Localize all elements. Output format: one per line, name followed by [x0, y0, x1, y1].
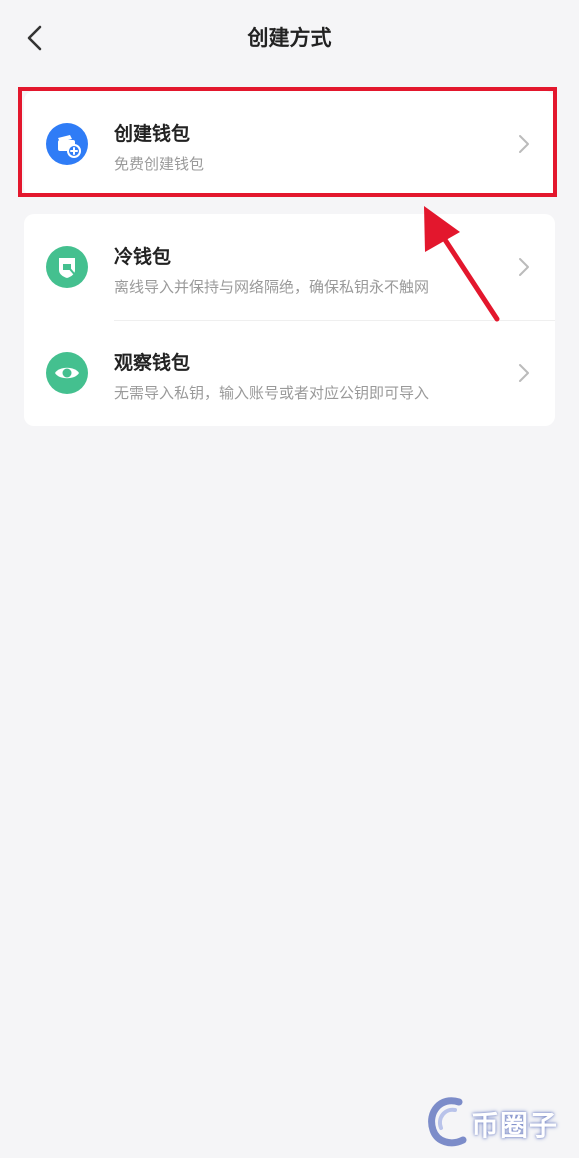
option-label: 观察钱包	[114, 352, 191, 374]
logo-icon	[428, 1097, 467, 1147]
option-description: 无需导入私钥，输入账号或者对应公钥即可导入	[114, 384, 430, 402]
watermark-text: 币圈子	[471, 1109, 559, 1142]
option-description: 离线导入并保持与网络隔绝，确保私钥永不触网	[114, 278, 430, 296]
highlight-box	[18, 87, 557, 197]
option-cold-wallet[interactable]: 冷钱包 离线导入并保持与网络隔绝，确保私钥永不触网	[24, 214, 555, 321]
eye-icon	[46, 352, 88, 394]
page-title: 创建方式	[247, 26, 332, 50]
watermark-logo: 币圈子	[419, 1092, 569, 1152]
option-label: 冷钱包	[114, 246, 172, 268]
chevron-right-icon	[519, 364, 529, 382]
option-watch-wallet[interactable]: 观察钱包 无需导入私钥，输入账号或者对应公钥即可导入	[24, 320, 555, 426]
wallet-options-card: 冷钱包 离线导入并保持与网络隔绝，确保私钥永不触网 观察钱包 无需导入私钥，输入…	[24, 214, 555, 426]
chevron-right-icon	[519, 258, 529, 276]
header-bar: 创建方式	[0, 0, 579, 76]
cold-wallet-icon	[46, 246, 88, 288]
